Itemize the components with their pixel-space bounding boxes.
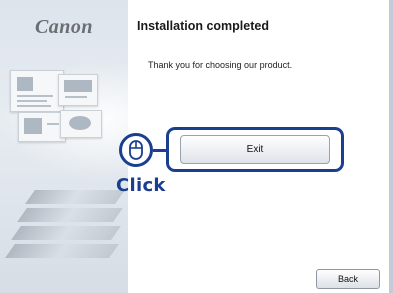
paper-sheet-graphic xyxy=(17,208,123,222)
document-graphic xyxy=(10,70,64,112)
dialog-message: Thank you for choosing our product. xyxy=(148,60,293,70)
paper-sheet-graphic xyxy=(5,244,119,258)
document-graphic xyxy=(58,74,98,106)
click-instruction-label: Click xyxy=(116,175,166,196)
mouse-icon xyxy=(119,133,153,167)
document-graphic xyxy=(60,110,102,138)
dialog-title: Installation completed xyxy=(137,19,269,33)
back-button[interactable]: Back xyxy=(316,269,380,289)
document-graphic xyxy=(18,112,66,142)
installer-window: Canon Installation completed Thank you f… xyxy=(0,0,393,293)
window-edge xyxy=(389,0,393,293)
callout-connector xyxy=(153,149,169,152)
exit-button[interactable]: Exit xyxy=(180,135,330,164)
paper-sheet-graphic xyxy=(25,190,125,204)
paper-sheet-graphic xyxy=(11,226,121,240)
side-artwork-panel: Canon xyxy=(0,0,128,293)
canon-logo: Canon xyxy=(34,16,94,38)
